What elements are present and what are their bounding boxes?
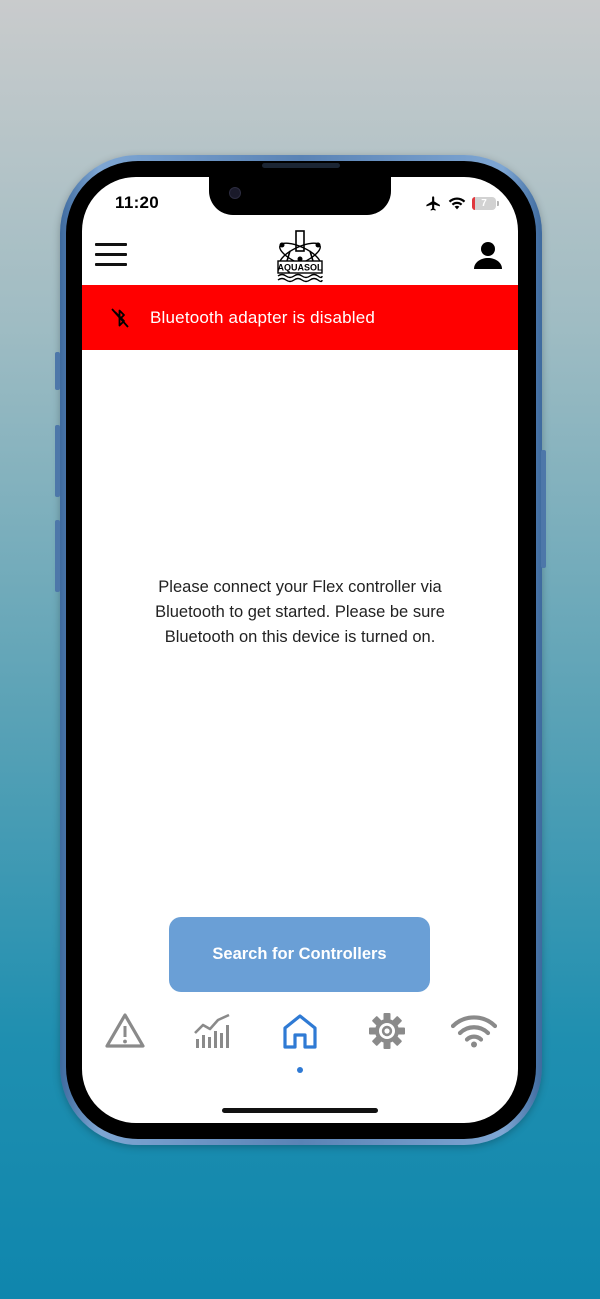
nav-item-charts[interactable]	[182, 1009, 242, 1053]
nav-item-wifi[interactable]	[444, 1009, 504, 1053]
app-header: AQUASOL	[82, 229, 518, 285]
connect-instructions: Please connect your Flex controller via …	[155, 578, 445, 646]
home-icon	[283, 1014, 317, 1049]
nav-item-alerts[interactable]	[95, 1009, 155, 1053]
nav-item-settings[interactable]	[357, 1009, 417, 1053]
hamburger-menu-button[interactable]	[95, 243, 127, 267]
active-tab-indicator	[297, 1067, 303, 1073]
hamburger-menu-icon-line	[95, 253, 127, 256]
gear-icon	[369, 1013, 405, 1049]
battery-level: 7	[481, 197, 487, 209]
chart-icon	[194, 1013, 230, 1048]
volume-down-button	[55, 520, 60, 592]
bluetooth-alert-banner: Bluetooth adapter is disabled	[82, 285, 518, 350]
status-icons: 7	[425, 194, 499, 212]
alert-message: Bluetooth adapter is disabled	[150, 307, 376, 327]
bluetooth-disabled-icon	[111, 307, 129, 328]
user-icon[interactable]	[472, 239, 504, 271]
earpiece-speaker	[262, 163, 340, 168]
logo-text: AQUASOL	[278, 263, 324, 273]
bottom-navigation	[82, 1009, 518, 1073]
wifi-icon	[451, 1015, 497, 1048]
home-indicator[interactable]	[222, 1108, 378, 1113]
alert-triangle-icon	[105, 1013, 145, 1048]
wifi-icon	[448, 197, 466, 210]
hamburger-menu-icon-line	[95, 243, 127, 246]
status-time: 11:20	[115, 193, 160, 212]
hamburger-menu-icon-line	[95, 263, 127, 266]
front-camera	[229, 187, 241, 199]
app-screen: 11:20 7 AQUASOL Bluetooth adapter is dis…	[82, 177, 518, 1123]
nav-item-home[interactable]	[270, 1009, 330, 1053]
mute-switch	[55, 352, 60, 390]
aquasol-logo: AQUASOL	[277, 230, 324, 283]
search-for-controllers-button[interactable]: Search for Controllers	[169, 917, 430, 992]
notch	[209, 177, 391, 215]
power-button	[541, 450, 546, 568]
battery-icon: 7	[472, 196, 499, 210]
airplane-icon	[426, 195, 440, 211]
volume-up-button	[55, 425, 60, 497]
